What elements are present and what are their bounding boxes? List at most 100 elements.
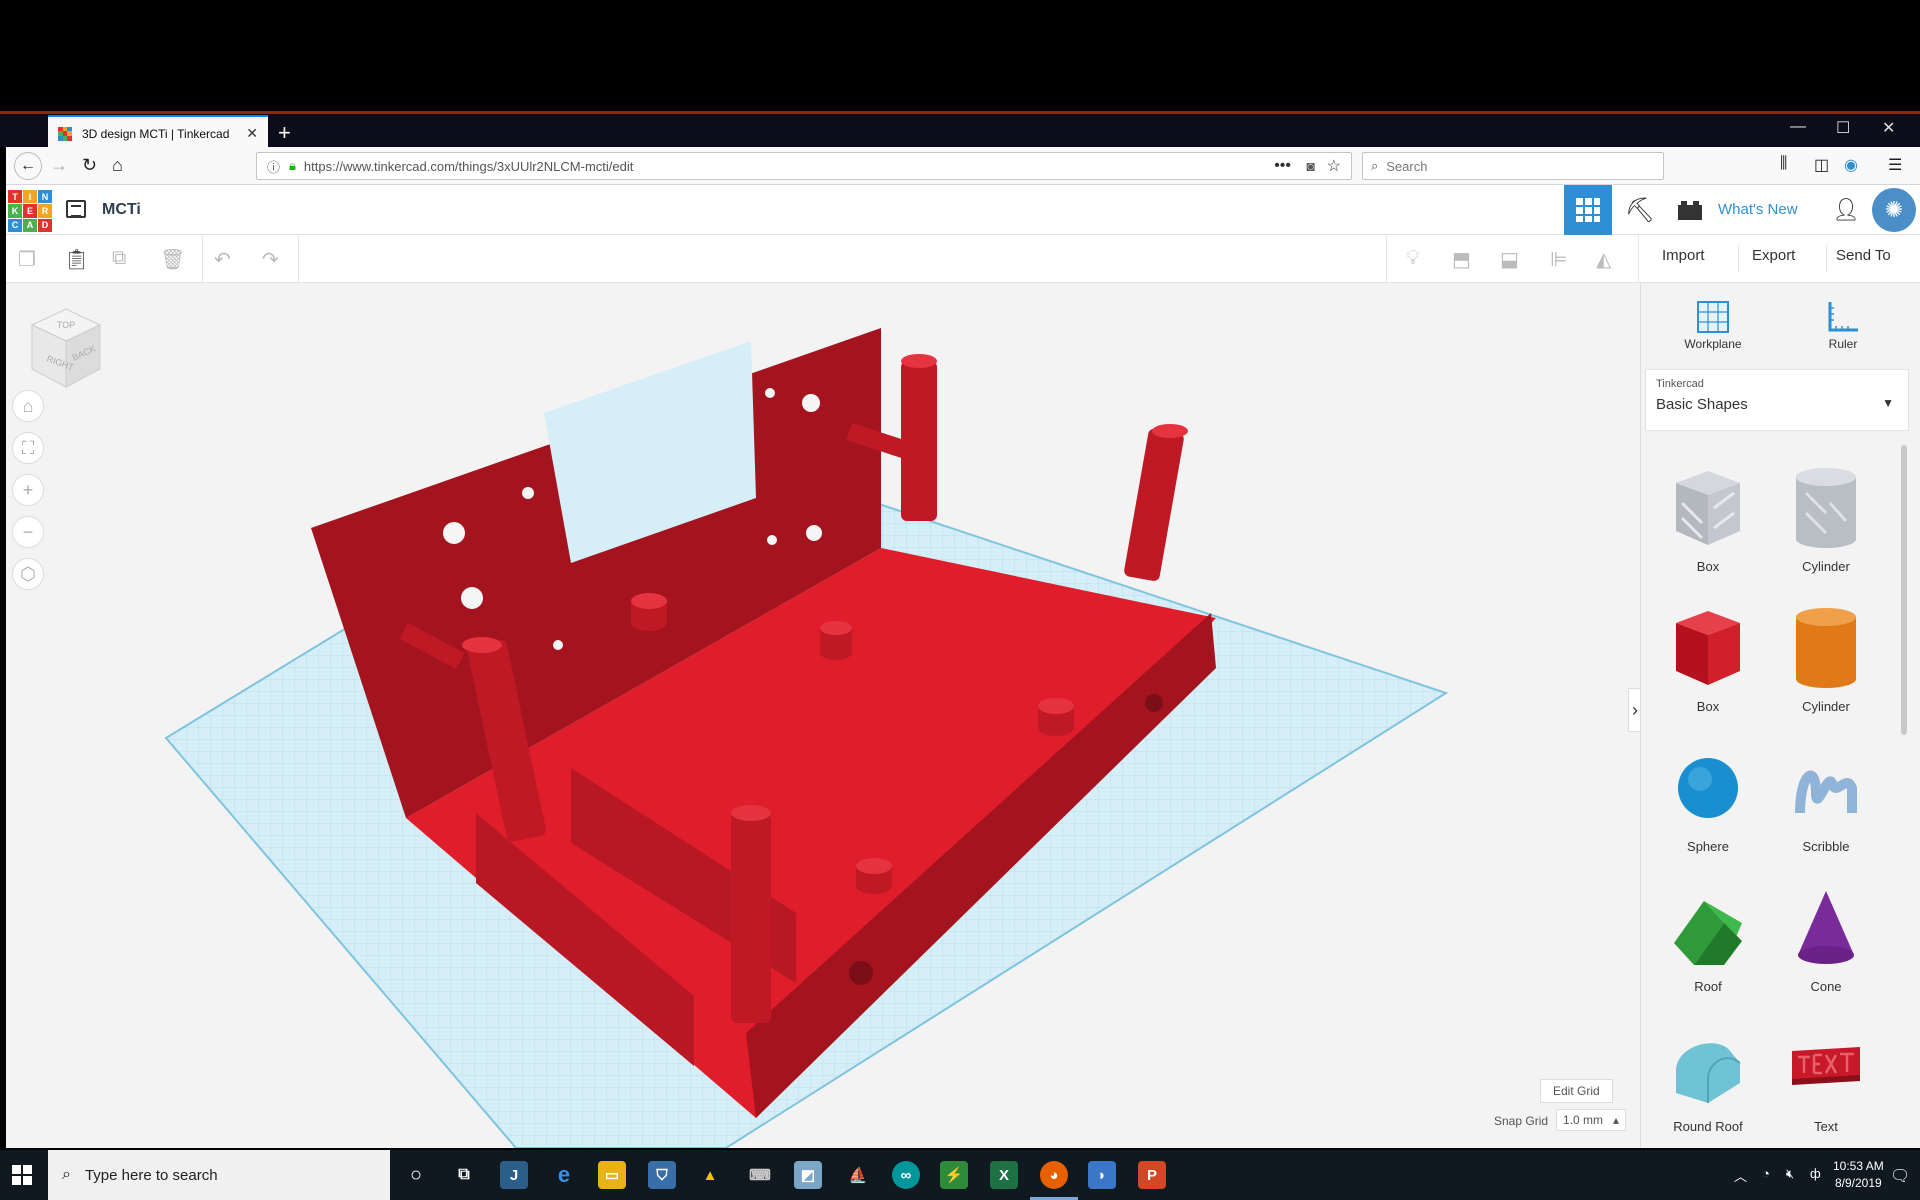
- search-input[interactable]: ⌕ Search: [1362, 152, 1664, 180]
- whats-new-link[interactable]: What's New: [1718, 201, 1798, 218]
- app-icon[interactable]: ◗: [1088, 1161, 1116, 1189]
- library-icon[interactable]: ⫼: [1780, 155, 1787, 173]
- sync-icon[interactable]: ◉: [1844, 155, 1858, 175]
- group-icon[interactable]: ⬒: [1452, 247, 1471, 272]
- design-title[interactable]: MCTi: [102, 201, 141, 219]
- edit-grid-button[interactable]: Edit Grid: [1540, 1079, 1613, 1103]
- delete-icon[interactable]: 🗑︎: [160, 247, 185, 272]
- taskbar-clock[interactable]: 10:53 AM 8/9/2019: [1833, 1158, 1884, 1192]
- back-arrow-icon[interactable]: ←: [14, 152, 42, 180]
- shape-cone[interactable]: Cone: [1771, 883, 1881, 994]
- network-icon[interactable]: ◔: [1762, 1166, 1770, 1181]
- duplicate-icon[interactable]: ⧉: [112, 247, 126, 270]
- panel-scrollbar[interactable]: [1901, 445, 1907, 735]
- send-to-button[interactable]: Send To: [1836, 247, 1891, 264]
- zoom-out-icon[interactable]: −: [12, 516, 44, 548]
- url-bar[interactable]: ⓘ 🔒︎ https://www.tinkercad.com/things/3x…: [256, 152, 1352, 180]
- workplane-icon: [1673, 297, 1753, 337]
- shape-scribble[interactable]: Scribble: [1771, 743, 1881, 854]
- pickaxe-icon[interactable]: ⛏: [1616, 185, 1664, 235]
- shape-box-red[interactable]: Box: [1653, 603, 1763, 714]
- shape-label: Cone: [1810, 979, 1842, 994]
- avatar[interactable]: ✺: [1872, 188, 1916, 232]
- arduino-icon[interactable]: ∞: [892, 1161, 920, 1189]
- browser-tab[interactable]: 3D design MCTi | Tinkercad ✕: [48, 115, 268, 150]
- collapse-panel-button[interactable]: ›: [1628, 688, 1640, 732]
- fit-view-icon[interactable]: ⛶: [12, 432, 44, 464]
- app-icon[interactable]: ⚡: [940, 1161, 968, 1189]
- taskbar-search-input[interactable]: ⌕ Type here to search: [48, 1150, 390, 1200]
- add-user-icon[interactable]: 👤︎: [1822, 185, 1870, 235]
- undo-icon[interactable]: ↶: [214, 247, 231, 272]
- minimize-icon[interactable]: —: [1790, 118, 1806, 136]
- app-icon[interactable]: ⌨: [746, 1161, 774, 1189]
- maximize-icon[interactable]: ☐: [1836, 118, 1850, 138]
- logo-letter: T: [8, 190, 22, 204]
- post[interactable]: [1123, 428, 1185, 582]
- redo-icon[interactable]: ↷: [262, 247, 279, 272]
- menu-icon[interactable]: ☰: [1888, 155, 1902, 175]
- windows-start-icon[interactable]: [12, 1165, 32, 1185]
- shape-label: Cylinder: [1802, 559, 1850, 574]
- workplane-scene[interactable]: [6, 283, 1640, 1148]
- copy-icon[interactable]: ❐: [18, 247, 36, 272]
- language-icon[interactable]: ф: [1810, 1166, 1821, 1181]
- info-icon[interactable]: ⓘ: [267, 157, 280, 176]
- shape-text[interactable]: Text: [1771, 1023, 1881, 1134]
- post[interactable]: [731, 813, 771, 1023]
- shape-cylinder-gray[interactable]: Cylinder: [1771, 463, 1881, 574]
- shape-roof[interactable]: Roof: [1653, 883, 1763, 994]
- perspective-icon[interactable]: ⬡: [12, 558, 44, 590]
- align-icon[interactable]: ⊫: [1550, 247, 1567, 272]
- export-button[interactable]: Export: [1752, 247, 1795, 264]
- new-tab-button[interactable]: +: [278, 120, 291, 146]
- 3d-view-grid-icon[interactable]: [1564, 185, 1612, 235]
- shape-round-roof[interactable]: Round Roof: [1653, 1023, 1763, 1134]
- mirror-icon[interactable]: ◭: [1596, 247, 1611, 272]
- home-icon[interactable]: ⌂: [112, 155, 123, 176]
- excel-icon[interactable]: X: [990, 1161, 1018, 1189]
- view-cube[interactable]: TOP RIGHT BACK: [24, 303, 112, 395]
- bookmark-star-icon[interactable]: ☆: [1327, 156, 1341, 176]
- browser-tab-bar: 3D design MCTi | Tinkercad ✕ + — ☐ ✕: [0, 111, 1920, 150]
- edge-icon[interactable]: e: [550, 1161, 578, 1189]
- paste-icon[interactable]: 📋︎: [64, 247, 89, 272]
- task-view-icon[interactable]: ⧉: [450, 1161, 478, 1189]
- sidebar-icon[interactable]: ◫: [1814, 155, 1829, 175]
- cortana-icon[interactable]: ○: [402, 1161, 430, 1189]
- shape-box-gray[interactable]: Box: [1653, 463, 1763, 574]
- design-list-icon[interactable]: [66, 200, 86, 218]
- volume-mute-icon[interactable]: 🔇︎: [1786, 1166, 1794, 1182]
- lightbulb-icon[interactable]: 💡︎: [1406, 247, 1420, 270]
- app-icon[interactable]: ▲: [696, 1161, 724, 1189]
- powerpoint-icon[interactable]: P: [1138, 1161, 1166, 1189]
- bricks-icon[interactable]: [1666, 185, 1714, 235]
- shape-library-select[interactable]: Tinkercad Basic Shapes ▼: [1645, 369, 1909, 431]
- reload-icon[interactable]: ↻: [82, 155, 97, 176]
- ungroup-icon[interactable]: ⬓: [1500, 247, 1519, 272]
- 3d-viewport[interactable]: TOP RIGHT BACK ⌂ ⛶ + − ⬡ Edit Grid Snap …: [6, 283, 1640, 1148]
- close-tab-icon[interactable]: ✕: [246, 125, 258, 142]
- store-icon[interactable]: ⛉: [648, 1161, 676, 1189]
- firefox-icon[interactable]: ◕: [1030, 1161, 1078, 1200]
- zoom-in-icon[interactable]: +: [12, 474, 44, 506]
- chevron-up-icon[interactable]: ︿: [1734, 1166, 1747, 1185]
- import-button[interactable]: Import: [1662, 247, 1705, 264]
- sphere-icon: [1678, 758, 1738, 818]
- file-explorer-icon[interactable]: ▭: [598, 1161, 626, 1189]
- shape-sphere[interactable]: Sphere: [1653, 743, 1763, 854]
- app-icon[interactable]: ◩: [794, 1161, 822, 1189]
- tinkercad-logo[interactable]: T I N K E R C A D: [8, 190, 52, 232]
- shape-cylinder-orange[interactable]: Cylinder: [1771, 603, 1881, 714]
- jmp-app-icon[interactable]: J: [500, 1161, 528, 1189]
- ruler-tool[interactable]: Ruler: [1803, 297, 1883, 351]
- pocket-icon[interactable]: ◙: [1307, 158, 1315, 174]
- home-view-icon[interactable]: ⌂: [12, 390, 44, 422]
- close-window-icon[interactable]: ✕: [1882, 118, 1895, 138]
- app-icon[interactable]: ⛵: [844, 1161, 872, 1189]
- forward-arrow-icon[interactable]: →: [50, 155, 68, 176]
- notifications-icon[interactable]: 🗨︎: [1890, 1166, 1910, 1186]
- snap-grid-select[interactable]: 1.0 mm ▴: [1556, 1109, 1626, 1131]
- workplane-tool[interactable]: Workplane: [1673, 297, 1753, 351]
- page-actions-icon[interactable]: •••: [1274, 157, 1291, 175]
